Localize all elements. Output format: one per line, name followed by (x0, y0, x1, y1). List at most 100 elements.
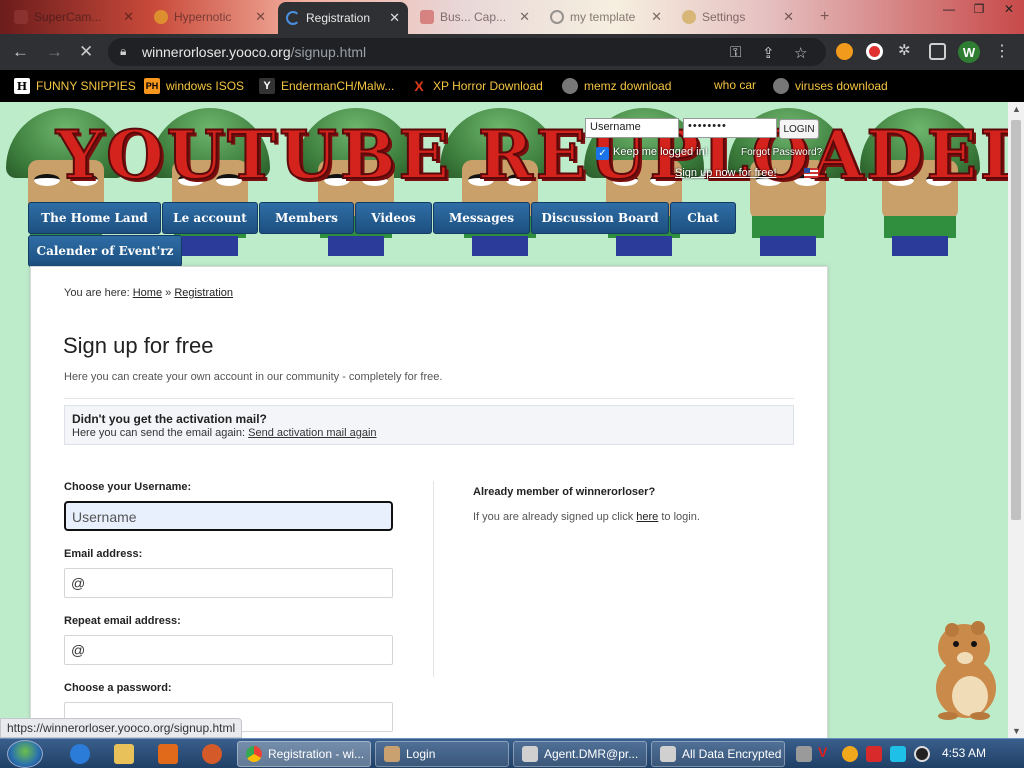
bookmark-star-icon[interactable]: ☆ (794, 44, 807, 62)
scroll-up-icon[interactable]: ▲ (1012, 104, 1021, 114)
bookmark-favicon-icon: X (414, 78, 424, 94)
tab-supercam[interactable]: SuperCam... ✕ (6, 4, 142, 30)
breadcrumb-home-link[interactable]: Home (133, 287, 162, 299)
address-bar[interactable]: 🔒︎ winnerorloser.yooco.org/signup.html ⚿… (108, 38, 826, 66)
nav-messages[interactable]: Messages (433, 202, 530, 234)
forgot-password-link[interactable]: Forgot Password? (741, 147, 822, 158)
username-input[interactable]: Username (64, 501, 393, 531)
scrollbar-thumb[interactable] (1011, 120, 1021, 520)
close-tab-icon[interactable]: ✕ (519, 9, 530, 25)
internet-explorer-icon[interactable] (70, 744, 90, 764)
keep-logged-in-checkbox[interactable]: ✓ (596, 147, 609, 160)
minimize-icon[interactable]: — (934, 0, 964, 18)
close-tab-icon[interactable]: ✕ (389, 10, 400, 26)
profile-avatar[interactable]: W (958, 41, 980, 63)
globe-icon (773, 78, 789, 94)
browser-toolbar: ← → ✕ 🔒︎ winnerorloser.yooco.org/signup.… (0, 34, 1024, 70)
window-icon (660, 746, 676, 762)
nav-calendar[interactable]: Calender of Event'rz (28, 235, 182, 267)
breadcrumb: You are here: Home » Registration (64, 287, 233, 299)
page-scrollbar[interactable]: ▲ ▼ (1008, 102, 1024, 738)
tray-search-icon[interactable] (842, 746, 858, 762)
breadcrumb-current-link[interactable]: Registration (174, 287, 233, 299)
task-label: Agent.DMR@pr... (544, 747, 639, 761)
window-controls: — ❐ ✕ (934, 0, 1024, 18)
app-icon[interactable] (202, 744, 222, 764)
task-all-data-encrypted[interactable]: All Data Encrypted (651, 741, 785, 767)
notice-body: Here you can send the email again: (72, 427, 246, 439)
close-tab-icon[interactable]: ✕ (255, 9, 266, 25)
task-label: All Data Encrypted (682, 747, 782, 761)
globe-icon (562, 78, 578, 94)
tab-bus[interactable]: Bus... Cap... ✕ (412, 4, 538, 30)
nav-le-account[interactable]: Le account (162, 202, 258, 234)
url-path: /signup.html (290, 44, 367, 60)
login-button[interactable]: LOGIN (779, 119, 819, 139)
scroll-down-icon[interactable]: ▼ (1012, 726, 1021, 736)
tab-settings[interactable]: Settings ✕ (674, 4, 802, 30)
task-login[interactable]: Login (375, 741, 509, 767)
nav-home-land[interactable]: The Home Land (28, 202, 161, 234)
bookmark-xp-horror[interactable]: X XP Horror Download (411, 78, 543, 94)
bookmark-viruses[interactable]: viruses download (773, 78, 888, 94)
signup-now-link[interactable]: Sign up now for free! (675, 167, 777, 179)
bookmark-funny-snippies[interactable]: H FUNNY SNIPPIES (14, 78, 136, 94)
tray-monitor-icon[interactable] (890, 746, 906, 762)
close-tab-icon[interactable]: ✕ (123, 9, 134, 25)
task-registration[interactable]: Registration - wi... (237, 741, 371, 767)
us-flag-icon[interactable] (804, 168, 818, 178)
close-tab-icon[interactable]: ✕ (783, 9, 794, 25)
tab-strip: SuperCam... ✕ Hypernotic ✕ Registration … (0, 0, 1024, 34)
repeat-email-input[interactable]: @ (64, 635, 393, 665)
tray-v-icon[interactable]: V (818, 744, 834, 760)
tab-label: my template (570, 10, 636, 24)
side-panel-icon[interactable] (929, 43, 946, 60)
login-username-input[interactable]: Username (585, 118, 679, 138)
bookmark-windows-isos[interactable]: PH windows ISOS (144, 78, 244, 94)
menu-kebab-icon[interactable]: ⋮ (994, 41, 1010, 61)
folder-icon[interactable] (114, 744, 134, 764)
tab-template[interactable]: my template ✕ (542, 4, 670, 30)
stop-loading-icon[interactable]: ✕ (79, 42, 93, 62)
send-activation-link[interactable]: Send activation mail again (248, 427, 376, 439)
close-window-icon[interactable]: ✕ (994, 0, 1024, 18)
email-input[interactable]: @ (64, 568, 393, 598)
loading-spinner-icon (286, 11, 300, 25)
bookmarks-bar: H FUNNY SNIPPIES PH windows ISOS Y Ender… (0, 70, 1024, 102)
bookmark-memz[interactable]: memz download (562, 78, 671, 94)
login-password-input[interactable]: •••••••• (683, 118, 777, 138)
nav-discussion-board[interactable]: Discussion Board (531, 202, 669, 234)
key-icon[interactable]: ⚿ (730, 44, 741, 61)
tab-hypernotic[interactable]: Hypernotic ✕ (146, 4, 274, 30)
bookmark-endermanch[interactable]: Y EndermanCH/Malw... (259, 78, 394, 94)
content-panel: You are here: Home » Registration Sign u… (30, 266, 828, 738)
nav-chat[interactable]: Chat (670, 202, 736, 234)
bookmark-label: viruses download (795, 79, 888, 93)
maximize-icon[interactable]: ❐ (964, 0, 994, 18)
task-agent-dmr[interactable]: Agent.DMR@pr... (513, 741, 647, 767)
tab-registration[interactable]: Registration ✕ (278, 2, 408, 34)
taskbar-clock[interactable]: 4:53 AM (942, 746, 986, 760)
tray-camera-icon[interactable] (914, 746, 930, 762)
start-button[interactable] (7, 740, 43, 768)
tab-label: Hypernotic (174, 10, 232, 24)
extensions-puzzle-icon[interactable]: ✲ (898, 41, 915, 59)
extension-target-icon[interactable] (866, 43, 883, 60)
tab-label: Registration (306, 11, 371, 25)
bookmark-who-car[interactable]: who car (714, 78, 756, 92)
close-tab-icon[interactable]: ✕ (651, 9, 662, 25)
tray-flag-icon[interactable] (866, 746, 882, 762)
tray-app-icon[interactable] (796, 746, 812, 762)
bookmark-favicon-icon: H (14, 78, 30, 94)
new-tab-button[interactable]: + (812, 4, 842, 30)
back-arrow-icon[interactable]: ← (12, 42, 29, 62)
login-here-link[interactable]: here (636, 511, 658, 523)
media-player-icon[interactable] (158, 744, 178, 764)
repeat-email-label: Repeat email address: (64, 615, 181, 627)
extension-sun-icon[interactable] (836, 43, 853, 60)
globe-icon (550, 10, 564, 24)
forward-arrow-icon[interactable]: → (46, 42, 63, 62)
nav-videos[interactable]: Videos (355, 202, 432, 234)
nav-members[interactable]: Members (259, 202, 354, 234)
share-icon[interactable]: ⇪ (762, 44, 775, 62)
